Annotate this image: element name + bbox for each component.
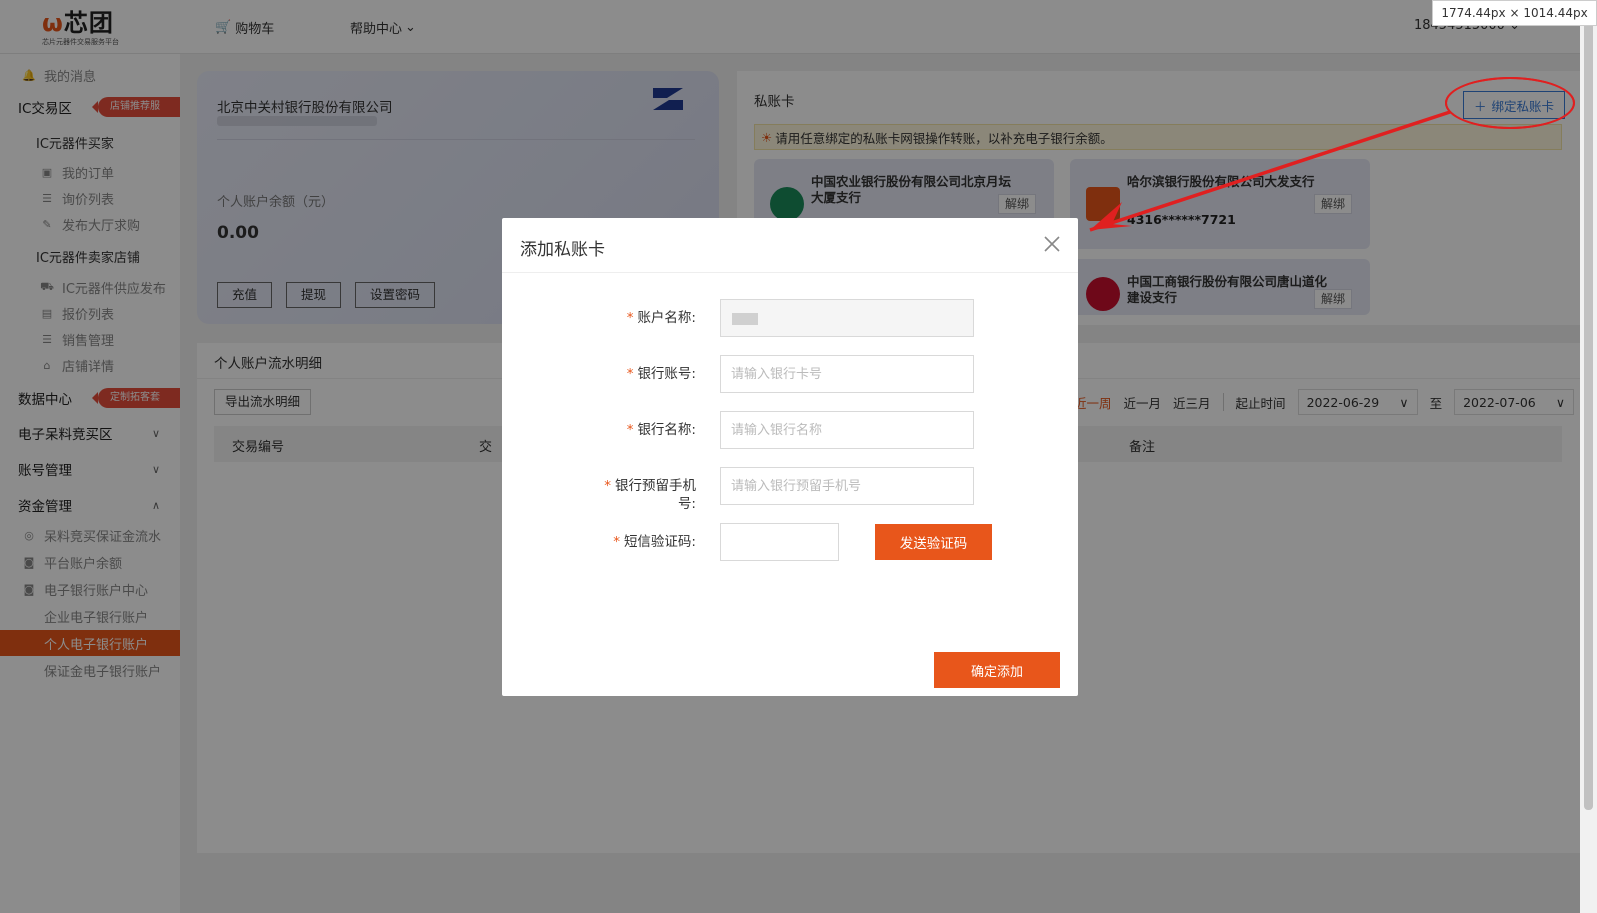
add-private-card-modal: 添加私账卡 *账户名称: *银行账号: *银行名称: *银行预留手机号: *短信… — [502, 218, 1078, 696]
bank-name-input[interactable] — [720, 411, 974, 449]
close-icon[interactable] — [1042, 234, 1062, 254]
field-label: * 银行名称: — [626, 422, 696, 438]
field-label: * 账户名称: — [626, 310, 696, 326]
field-label: * 银行账号: — [626, 366, 696, 382]
modal-title: 添加私账卡 — [520, 240, 605, 260]
confirm-add-button[interactable]: 确定添加 — [934, 652, 1060, 688]
field-label: * 银行预留手机号: — [604, 478, 696, 512]
scrollbar-thumb[interactable] — [1584, 20, 1593, 810]
send-code-button[interactable]: 发送验证码 — [875, 524, 992, 560]
account-name-input[interactable] — [720, 299, 974, 337]
field-label: * 短信验证码: — [613, 534, 696, 550]
bank-account-input[interactable] — [720, 355, 974, 393]
sms-code-input[interactable] — [720, 523, 839, 561]
page-scrollbar[interactable] — [1580, 0, 1597, 913]
annotation-circle — [1445, 77, 1575, 129]
masked-name — [732, 313, 758, 325]
size-badge: 1774.44px × 1014.44px — [1432, 0, 1597, 26]
bank-phone-input[interactable] — [720, 467, 974, 505]
modal-header: 添加私账卡 — [502, 218, 1078, 273]
